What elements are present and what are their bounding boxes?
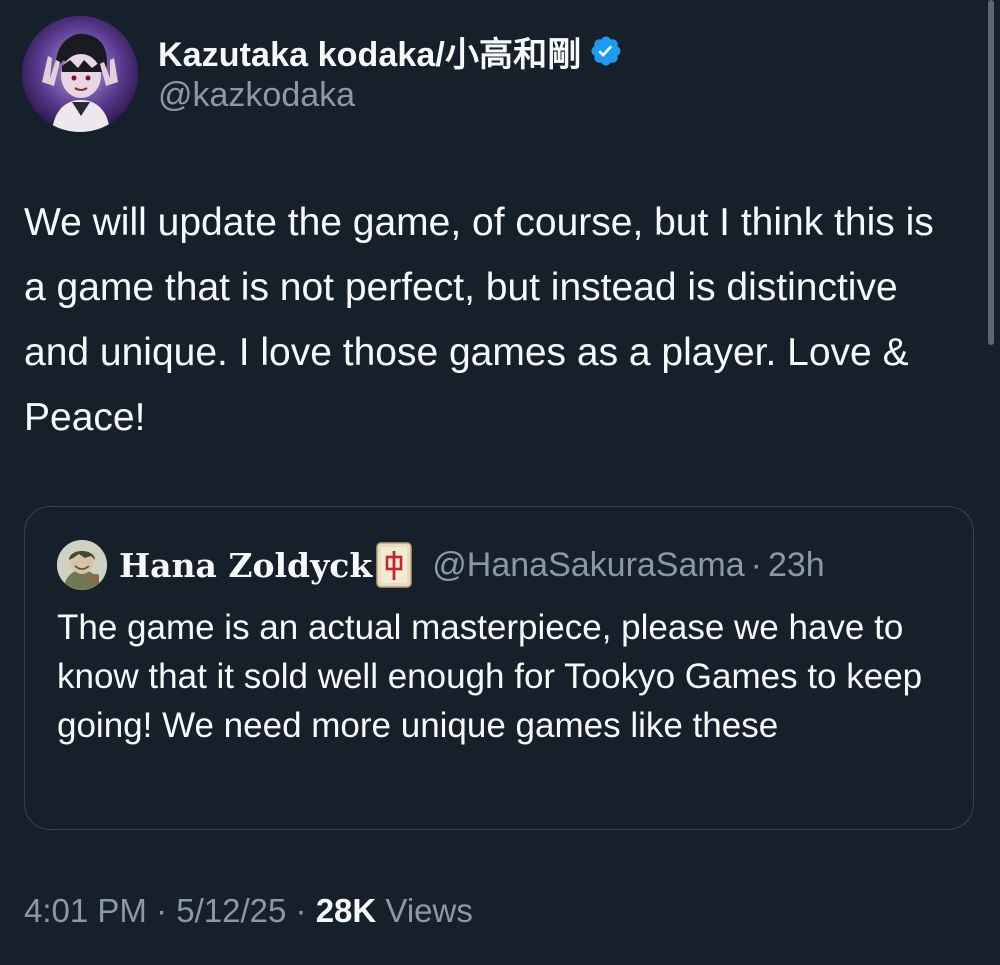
tweet: Kazutaka kodaka/小高和剛 @kazkodaka We will … bbox=[0, 0, 1000, 965]
views-count[interactable]: 28K bbox=[316, 892, 377, 929]
quoted-tweet-text: The game is an actual masterpiece, pleas… bbox=[57, 608, 923, 745]
quoted-author-avatar[interactable] bbox=[57, 540, 107, 590]
quoted-tweet-header: Hana Zoldyck @HanaSakuraSama · 23h bbox=[57, 537, 825, 593]
meta-separator-2: · bbox=[295, 892, 307, 929]
verified-badge-icon[interactable] bbox=[589, 34, 623, 68]
quoted-avatar-image bbox=[57, 540, 107, 590]
meta-separator: · bbox=[156, 892, 168, 929]
author-display-name[interactable]: Kazutaka kodaka/小高和剛 bbox=[158, 27, 581, 76]
tweet-date[interactable]: 5/12/25 bbox=[176, 892, 286, 929]
quoted-separator: · bbox=[750, 545, 762, 584]
tweet-time[interactable]: 4:01 PM bbox=[24, 892, 147, 929]
author-avatar[interactable] bbox=[22, 16, 138, 132]
tweet-text: We will update the game, of course, but … bbox=[24, 201, 945, 439]
mahjong-red-dragon-icon bbox=[376, 542, 413, 588]
quoted-author-display-name[interactable]: Hana Zoldyck bbox=[119, 546, 372, 585]
quoted-tweet-card[interactable]: Hana Zoldyck @HanaSakuraSama · 23h The g… bbox=[24, 506, 974, 830]
tweet-meta: 4:01 PM · 5/12/25 · 28K Views bbox=[24, 892, 473, 930]
quoted-timestamp[interactable]: 23h bbox=[768, 546, 825, 585]
avatar-image bbox=[22, 16, 138, 132]
author-handle[interactable]: @kazkodaka bbox=[158, 76, 355, 115]
views-label[interactable]: Views bbox=[385, 892, 472, 929]
author-name-row[interactable]: Kazutaka kodaka/小高和剛 bbox=[158, 28, 623, 74]
quoted-author-handle[interactable]: @HanaSakuraSama bbox=[432, 546, 744, 585]
scrollbar[interactable] bbox=[988, 0, 994, 345]
